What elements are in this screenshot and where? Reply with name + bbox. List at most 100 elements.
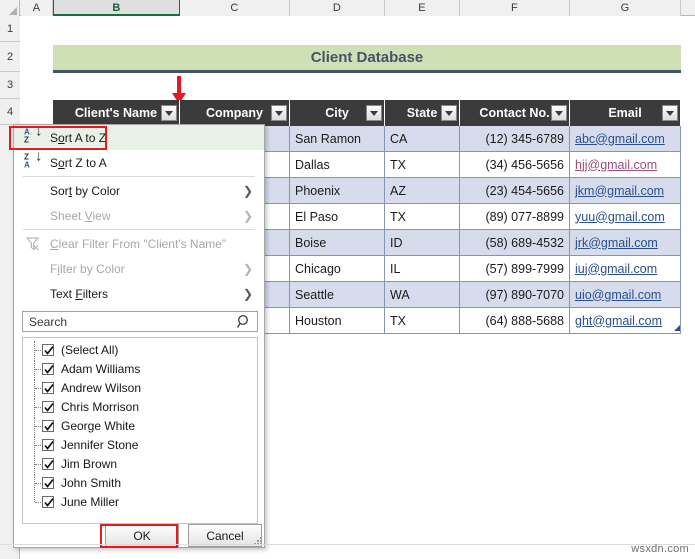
cell-state[interactable]: ID [385, 230, 460, 256]
column-header-c[interactable]: C [180, 0, 290, 16]
checkbox-row[interactable]: June Miller [23, 493, 257, 511]
cell-state[interactable]: TX [385, 308, 460, 334]
menu-item-sort-by-color[interactable]: Sort by Color ❯ [14, 178, 264, 203]
sheet-title-banner: Client Database [53, 45, 681, 73]
checkbox-row[interactable]: Jim Brown [23, 455, 257, 473]
filter-button-contact-no[interactable] [551, 105, 567, 121]
cell-city[interactable]: San Ramon [290, 126, 385, 152]
row-header-3[interactable]: 3 [0, 72, 20, 99]
cell-email[interactable]: ght@gmail.com [570, 308, 681, 334]
checkbox-row[interactable]: Chris Morrison [23, 398, 257, 416]
filter-button-email[interactable] [662, 105, 678, 121]
sort-za-icon: Z A ↓ [24, 147, 43, 170]
tree-connector-dash [35, 445, 41, 446]
column-header-e[interactable]: E [385, 0, 460, 16]
email-link[interactable]: abc@gmail.com [575, 132, 665, 146]
checkbox-row[interactable]: Jennifer Stone [23, 436, 257, 454]
cell-contact-no[interactable]: (57) 899-7999 [460, 256, 570, 282]
menu-item-sort-z-to-a[interactable]: Z A ↓ Sort Z to A [14, 147, 264, 175]
cell-city[interactable]: El Paso [290, 204, 385, 230]
chevron-down-icon [445, 110, 453, 116]
cell-email[interactable]: iuj@gmail.com [570, 256, 681, 282]
cell-city[interactable]: Dallas [290, 152, 385, 178]
menu-item-sheet-view: Sheet View ❯ [14, 203, 264, 228]
column-header-g[interactable]: G [570, 0, 681, 16]
email-link[interactable]: ght@gmail.com [575, 314, 662, 328]
chevron-down-icon [666, 110, 674, 116]
checkbox-icon[interactable] [42, 363, 54, 375]
checkbox-icon[interactable] [42, 401, 54, 413]
menu-item-label: Text Filters [50, 286, 109, 301]
checkbox-icon[interactable] [42, 439, 54, 451]
cell-city[interactable]: Houston [290, 308, 385, 334]
footer-divider [0, 544, 695, 545]
column-header-b[interactable]: B [53, 0, 180, 16]
chevron-right-icon: ❯ [242, 286, 253, 301]
chevron-down-icon [275, 110, 283, 116]
column-header-a[interactable]: A [21, 0, 53, 16]
column-header-f[interactable]: F [460, 0, 570, 16]
cell-state[interactable]: WA [385, 282, 460, 308]
search-icon[interactable] [236, 314, 252, 330]
cell-contact-no[interactable]: (97) 890-7070 [460, 282, 570, 308]
filter-button-state[interactable] [441, 105, 457, 121]
checkbox-row[interactable]: John Smith [23, 474, 257, 492]
cell-city[interactable]: Seattle [290, 282, 385, 308]
column-header-d[interactable]: D [290, 0, 385, 16]
cell-state[interactable]: CA [385, 126, 460, 152]
filter-button-clients-name[interactable] [161, 105, 177, 121]
email-link[interactable]: uio@gmail.com [575, 288, 661, 302]
checkbox-row[interactable]: Andrew Wilson [23, 379, 257, 397]
checkbox-icon[interactable] [42, 496, 54, 508]
cell-contact-no[interactable]: (58) 689-4532 [460, 230, 570, 256]
checkbox-icon[interactable] [42, 420, 54, 432]
email-link[interactable]: iuj@gmail.com [575, 262, 657, 276]
tree-connector-dash [35, 350, 41, 351]
checkbox-icon[interactable] [42, 382, 54, 394]
cell-email[interactable]: jrk@gmail.com [570, 230, 681, 256]
menu-item-sort-a-to-z[interactable]: A Z ↓ Sort A to Z [14, 123, 264, 150]
email-link[interactable]: jrk@gmail.com [575, 236, 658, 250]
checkbox-icon[interactable] [42, 458, 54, 470]
chevron-right-icon: ❯ [242, 208, 253, 223]
cell-email[interactable]: jkm@gmail.com [570, 178, 681, 204]
row-header-4[interactable]: 4 [0, 99, 20, 125]
cell-city[interactable]: Phoenix [290, 178, 385, 204]
checkbox-row[interactable]: George White [23, 417, 257, 435]
checkbox-icon[interactable] [42, 477, 54, 489]
cell-contact-no[interactable]: (89) 077-8899 [460, 204, 570, 230]
cell-email[interactable]: yuu@gmail.com [570, 204, 681, 230]
cell-email[interactable]: uio@gmail.com [570, 282, 681, 308]
cell-state[interactable]: IL [385, 256, 460, 282]
chevron-down-icon [165, 110, 173, 116]
cell-contact-no[interactable]: (23) 454-5656 [460, 178, 570, 204]
search-input[interactable] [27, 313, 233, 330]
email-link[interactable]: jkm@gmail.com [575, 184, 664, 198]
cell-state[interactable]: TX [385, 204, 460, 230]
cell-contact-no[interactable]: (34) 456-5656 [460, 152, 570, 178]
cell-contact-no[interactable]: (64) 888-5688 [460, 308, 570, 334]
cell-email[interactable]: abc@gmail.com [570, 126, 681, 152]
cell-city[interactable]: Chicago [290, 256, 385, 282]
select-all-corner[interactable] [0, 0, 20, 16]
tree-connector-dash [35, 369, 41, 370]
watermark: wsxdn.com [631, 543, 689, 555]
cell-city[interactable]: Boise [290, 230, 385, 256]
email-link[interactable]: hjj@gmail.com [575, 158, 657, 172]
row-header-1[interactable]: 1 [0, 16, 20, 42]
cell-state[interactable]: TX [385, 152, 460, 178]
cell-state[interactable]: AZ [385, 178, 460, 204]
filter-button-city[interactable] [366, 105, 382, 121]
checkbox-icon[interactable] [42, 344, 54, 356]
filter-checkbox-list[interactable]: (Select All) Adam Williams Andrew Wilson Ch… [22, 337, 258, 524]
cell-email[interactable]: hjj@gmail.com [570, 152, 681, 178]
checkbox-row[interactable]: Adam Williams [23, 360, 257, 378]
email-link[interactable]: yuu@gmail.com [575, 210, 665, 224]
menu-item-text-filters[interactable]: Text Filters ❯ [14, 281, 264, 306]
filter-menu-list: A Z ↓ Sort A to Z Z A ↓ Sort Z to A Sort by Colo… [14, 123, 264, 306]
row-header-2[interactable]: 2 [0, 42, 20, 72]
filter-button-company[interactable] [271, 105, 287, 121]
filter-search-box[interactable] [22, 311, 258, 332]
checkbox-row[interactable]: (Select All) [23, 341, 257, 359]
cell-contact-no[interactable]: (12) 345-6789 [460, 126, 570, 152]
